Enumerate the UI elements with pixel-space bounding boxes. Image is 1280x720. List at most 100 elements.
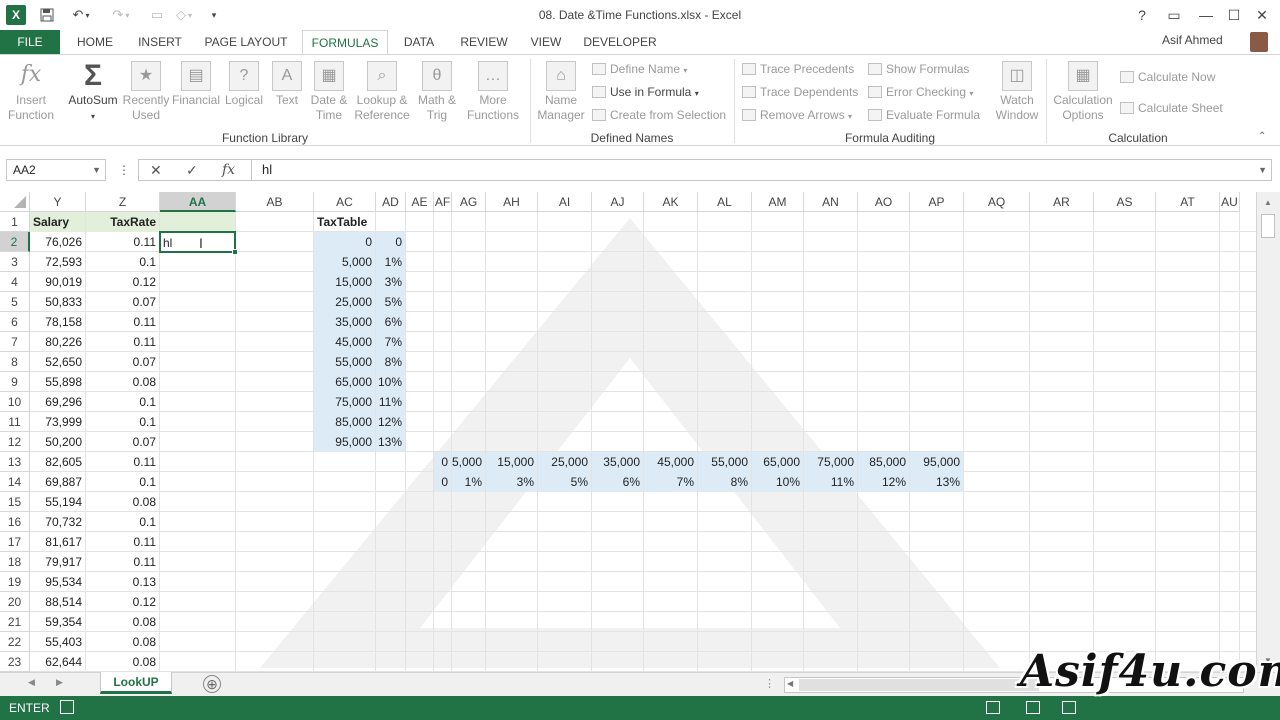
cell-hrow-rate[interactable]: 13% bbox=[910, 472, 963, 492]
sheet-prev-icon[interactable]: ◀ bbox=[28, 677, 35, 688]
text-button[interactable]: A Text bbox=[268, 61, 306, 108]
cell-taxtable-rate[interactable]: 12% bbox=[376, 412, 405, 432]
column-header-af[interactable]: AF bbox=[434, 192, 452, 212]
row-header-7[interactable]: 7 bbox=[0, 332, 30, 352]
cell-taxtable-rate[interactable]: 6% bbox=[376, 312, 405, 332]
cell-salary[interactable]: 62,644 bbox=[30, 652, 85, 672]
new-sheet-icon[interactable]: ⊕ bbox=[203, 675, 221, 693]
cell-salary[interactable]: 73,999 bbox=[30, 412, 85, 432]
cell-taxtable-rate[interactable]: 7% bbox=[376, 332, 405, 352]
create-from-selection-button[interactable]: Create from Selection bbox=[592, 108, 726, 122]
row-header-8[interactable]: 8 bbox=[0, 352, 30, 372]
insert-function-icon[interactable]: fx bbox=[222, 159, 235, 181]
row-header-12[interactable]: 12 bbox=[0, 432, 30, 452]
cell-salary[interactable]: 50,833 bbox=[30, 292, 85, 312]
trace-precedents-button[interactable]: Trace Precedents bbox=[742, 62, 854, 76]
column-header-ad[interactable]: AD bbox=[376, 192, 406, 212]
cell-hrow-threshold[interactable]: 25,000 bbox=[538, 452, 591, 472]
cell-salary[interactable]: 88,514 bbox=[30, 592, 85, 612]
column-header-au[interactable]: AU bbox=[1220, 192, 1240, 212]
column-header-ae[interactable]: AE bbox=[406, 192, 434, 212]
cell-taxtable-threshold[interactable]: 55,000 bbox=[314, 352, 375, 372]
cell-salary[interactable]: 76,026 bbox=[30, 232, 85, 252]
sheet-next-icon[interactable]: ▶ bbox=[56, 677, 63, 688]
cancel-entry-icon[interactable]: ✕ bbox=[150, 159, 162, 181]
column-header-al[interactable]: AL bbox=[698, 192, 752, 212]
tab-page-layout[interactable]: PAGE LAYOUT bbox=[198, 30, 294, 54]
evaluate-formula-button[interactable]: Evaluate Formula bbox=[868, 108, 980, 122]
fill-handle[interactable] bbox=[232, 249, 238, 255]
date-time-button[interactable]: ▦ Date & Time bbox=[306, 61, 352, 123]
cell-taxtable-threshold[interactable]: 65,000 bbox=[314, 372, 375, 392]
cell-hrow-rate[interactable]: 5% bbox=[538, 472, 591, 492]
cell-salary[interactable]: 81,617 bbox=[30, 532, 85, 552]
column-header-at[interactable]: AT bbox=[1156, 192, 1220, 212]
row-header-15[interactable]: 15 bbox=[0, 492, 30, 512]
tab-home[interactable]: HOME bbox=[68, 30, 122, 54]
column-header-aj[interactable]: AJ bbox=[592, 192, 644, 212]
cell-taxrate[interactable]: 0.07 bbox=[86, 432, 159, 452]
tab-formulas[interactable]: FORMULAS bbox=[302, 30, 388, 55]
cell-taxtable-threshold[interactable]: 35,000 bbox=[314, 312, 375, 332]
cell-taxrate[interactable]: 0.11 bbox=[86, 552, 159, 572]
cell-header-salary[interactable]: Salary bbox=[30, 212, 85, 232]
cell-taxtable-threshold[interactable]: 85,000 bbox=[314, 412, 375, 432]
cell-taxrate[interactable]: 0.11 bbox=[86, 332, 159, 352]
macro-record-icon[interactable] bbox=[60, 700, 74, 714]
row-header-19[interactable]: 19 bbox=[0, 572, 30, 592]
row-header-21[interactable]: 21 bbox=[0, 612, 30, 632]
name-box[interactable]: AA2 ▼ bbox=[6, 159, 106, 181]
active-cell-editor[interactable]: hl I bbox=[159, 231, 238, 255]
cell-taxrate[interactable]: 0.1 bbox=[86, 252, 159, 272]
cell-header-aa[interactable] bbox=[160, 212, 235, 232]
tab-review[interactable]: REVIEW bbox=[456, 30, 512, 54]
scroll-left-icon[interactable]: ◀ bbox=[787, 679, 793, 688]
column-header-ap[interactable]: AP bbox=[910, 192, 964, 212]
show-formulas-button[interactable]: Show Formulas bbox=[868, 62, 969, 76]
cell-hrow-rate[interactable]: 1% bbox=[452, 472, 485, 492]
cell-header-taxtable[interactable]: TaxTable bbox=[314, 212, 375, 232]
cell-taxtable-rate[interactable]: 1% bbox=[376, 252, 405, 272]
page-break-view-icon[interactable] bbox=[1062, 701, 1076, 714]
cell-taxtable-threshold[interactable]: 15,000 bbox=[314, 272, 375, 292]
cell-salary[interactable]: 52,650 bbox=[30, 352, 85, 372]
tab-split-icon[interactable]: ⋮ bbox=[764, 677, 775, 690]
ribbon-display-icon[interactable]: ▭ bbox=[1162, 5, 1186, 25]
column-header-ag[interactable]: AG bbox=[452, 192, 486, 212]
cell-taxrate[interactable]: 0.08 bbox=[86, 492, 159, 512]
cell-taxtable-rate[interactable]: 11% bbox=[376, 392, 405, 412]
column-header-ab[interactable]: AB bbox=[236, 192, 314, 212]
cell-hrow-rate[interactable]: 7% bbox=[644, 472, 697, 492]
column-header-an[interactable]: AN bbox=[804, 192, 858, 212]
help-icon[interactable]: ? bbox=[1130, 5, 1154, 25]
column-header-am[interactable]: AM bbox=[752, 192, 804, 212]
cell-salary[interactable]: 80,226 bbox=[30, 332, 85, 352]
cell-taxrate[interactable]: 0.07 bbox=[86, 352, 159, 372]
cell-taxrate[interactable]: 0.12 bbox=[86, 592, 159, 612]
name-box-dropdown-icon[interactable]: ▼ bbox=[92, 160, 101, 180]
cell-salary[interactable]: 79,917 bbox=[30, 552, 85, 572]
collapse-ribbon-icon[interactable]: ⌃ bbox=[1258, 131, 1266, 142]
cell-hrow-threshold[interactable]: 65,000 bbox=[752, 452, 803, 472]
math-trig-button[interactable]: θ Math & Trig bbox=[414, 61, 460, 123]
cell-hrow-threshold[interactable]: 5,000 bbox=[452, 452, 485, 472]
page-layout-view-icon[interactable] bbox=[1026, 701, 1040, 714]
tab-data[interactable]: DATA bbox=[396, 30, 442, 54]
maximize-icon[interactable]: ☐ bbox=[1222, 5, 1246, 25]
cell-hrow-rate[interactable]: 6% bbox=[592, 472, 643, 492]
cell-salary[interactable]: 72,593 bbox=[30, 252, 85, 272]
row-header-16[interactable]: 16 bbox=[0, 512, 30, 532]
cell-hrow-threshold[interactable]: 0 bbox=[434, 452, 451, 472]
cell-taxtable-threshold[interactable]: 75,000 bbox=[314, 392, 375, 412]
row-header-9[interactable]: 9 bbox=[0, 372, 30, 392]
cell-salary[interactable]: 69,887 bbox=[30, 472, 85, 492]
cell-salary[interactable]: 55,194 bbox=[30, 492, 85, 512]
column-header-ai[interactable]: AI bbox=[538, 192, 592, 212]
cell-taxtable-rate[interactable]: 10% bbox=[376, 372, 405, 392]
row-header-18[interactable]: 18 bbox=[0, 552, 30, 572]
cell-taxrate[interactable]: 0.1 bbox=[86, 392, 159, 412]
cell-hrow-threshold[interactable]: 75,000 bbox=[804, 452, 857, 472]
define-name-button[interactable]: Define Name ▾ bbox=[592, 62, 687, 76]
row-header-22[interactable]: 22 bbox=[0, 632, 30, 652]
cell-taxtable-rate[interactable]: 8% bbox=[376, 352, 405, 372]
